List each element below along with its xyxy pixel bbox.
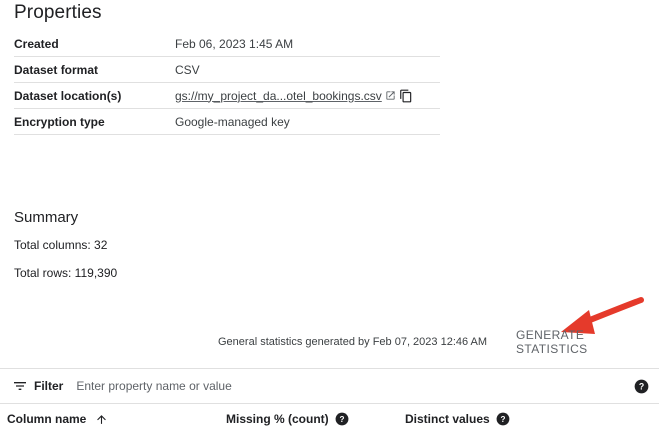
- dataset-location-link[interactable]: gs://my_project_da...otel_bookings.csv: [175, 89, 382, 103]
- column-header-label: Column name: [7, 412, 87, 426]
- help-icon[interactable]: ?: [634, 379, 649, 394]
- property-row-dataset-format: Dataset format CSV: [14, 57, 440, 83]
- property-label: Dataset location(s): [14, 88, 122, 103]
- total-rows-text: Total rows: 119,390: [14, 266, 118, 280]
- filter-label: Filter: [34, 379, 64, 393]
- property-label: Dataset format: [14, 62, 99, 77]
- table-header: Column name Missing % (count) ? Distinct…: [0, 404, 659, 432]
- content-copy-icon[interactable]: [399, 89, 413, 103]
- column-header-label: Missing % (count): [226, 412, 329, 426]
- column-header-missing[interactable]: Missing % (count) ?: [226, 412, 349, 426]
- property-label: Created: [14, 36, 59, 51]
- property-row-encryption-type: Encryption type Google-managed key: [14, 109, 440, 135]
- property-row-dataset-location: Dataset location(s) gs://my_project_da..…: [14, 83, 440, 109]
- column-header-label: Distinct values: [405, 412, 490, 426]
- open-in-new-icon[interactable]: [385, 90, 396, 101]
- svg-text:?: ?: [639, 382, 644, 392]
- property-value: CSV: [175, 62, 200, 77]
- filter-list-icon: [12, 378, 28, 394]
- column-header-distinct[interactable]: Distinct values ?: [405, 412, 510, 426]
- statistics-generated-note: General statistics generated by Feb 07, …: [218, 336, 488, 348]
- page-title: Properties: [14, 2, 102, 23]
- svg-text:?: ?: [339, 415, 344, 424]
- properties-table: Created Feb 06, 2023 1:45 AM Dataset for…: [14, 31, 440, 135]
- property-value: Google-managed key: [175, 114, 290, 129]
- filter-bar: Filter ?: [0, 369, 659, 403]
- column-header-name[interactable]: Column name: [7, 412, 108, 426]
- svg-text:?: ?: [500, 415, 505, 424]
- total-columns-text: Total columns: 32: [14, 238, 108, 252]
- property-value-wrapper: gs://my_project_da...otel_bookings.csv: [175, 89, 413, 103]
- filter-input[interactable]: [76, 379, 457, 393]
- help-icon[interactable]: ?: [335, 412, 349, 426]
- property-label: Encryption type: [14, 114, 105, 129]
- summary-title: Summary: [14, 209, 79, 226]
- generate-statistics-button[interactable]: GENERATE STATISTICS: [510, 328, 659, 356]
- property-value: Feb 06, 2023 1:45 AM: [175, 36, 294, 51]
- arrow-upward-icon[interactable]: [95, 413, 108, 426]
- help-icon[interactable]: ?: [496, 412, 510, 426]
- property-row-created: Created Feb 06, 2023 1:45 AM: [14, 31, 440, 57]
